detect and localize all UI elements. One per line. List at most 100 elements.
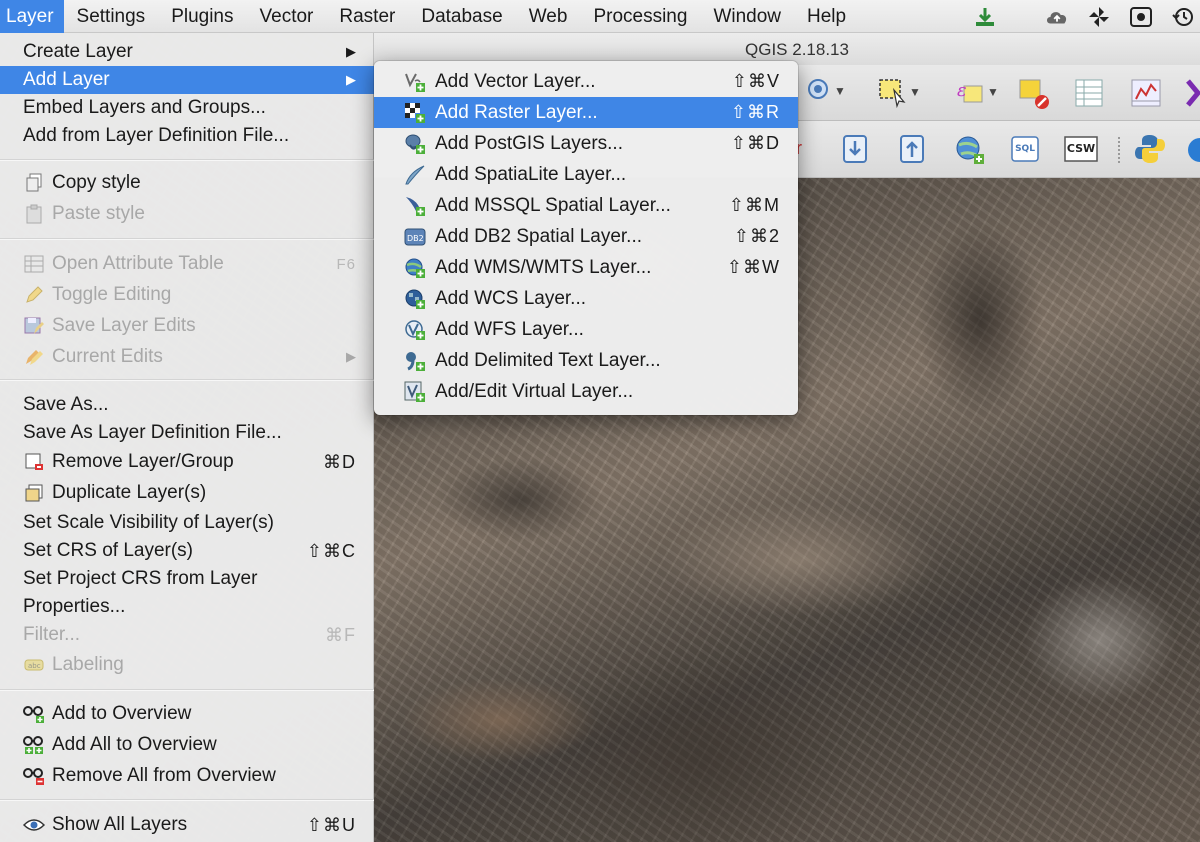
- menu-item-set-project-crs[interactable]: Set Project CRS from Layer: [0, 565, 374, 593]
- menu-item-save-layer-edits[interactable]: Save Layer Edits: [0, 312, 374, 340]
- overflow-toolbar-button-2[interactable]: [1186, 135, 1200, 165]
- menu-item-show-all-layers[interactable]: Show All Layers ⇧⌘U: [0, 811, 374, 839]
- vector-layer-icon: [404, 71, 426, 93]
- sql-button[interactable]: SQL: [1009, 133, 1041, 165]
- attribute-table-icon: [1075, 79, 1103, 107]
- menu-raster[interactable]: Raster: [326, 0, 408, 33]
- statistics-button[interactable]: [1129, 77, 1163, 109]
- menu-plugins[interactable]: Plugins: [158, 0, 246, 33]
- menu-item-current-edits[interactable]: Current Edits ▶: [0, 343, 374, 371]
- menu-database[interactable]: Database: [408, 0, 515, 33]
- download-arrow-icon: [843, 135, 867, 163]
- menu-settings[interactable]: Settings: [64, 0, 159, 33]
- menu-item-embed-layers[interactable]: Embed Layers and Groups...: [0, 94, 374, 122]
- menu-item-add-layer[interactable]: Add Layer ▶: [0, 66, 374, 94]
- paste-icon: [23, 203, 45, 225]
- wcs-globe-icon: [404, 288, 426, 310]
- csw-button[interactable]: CSW: [1063, 133, 1099, 165]
- globe-plus-icon: [956, 136, 984, 164]
- menu-processing[interactable]: Processing: [580, 0, 700, 33]
- csw-label: CSW: [1066, 142, 1096, 155]
- submenu-item-add-delimited-text-layer[interactable]: Add Delimited Text Layer...: [374, 345, 798, 376]
- copy-icon: [23, 172, 45, 194]
- load-from-server-button[interactable]: [840, 133, 870, 165]
- menu-item-create-layer[interactable]: Create Layer ▶: [0, 38, 374, 66]
- menu-item-set-crs[interactable]: Set CRS of Layer(s) ⇧⌘C: [0, 537, 374, 565]
- add-wms-toolbar-button[interactable]: [953, 133, 987, 167]
- submenu-arrow-icon: ▶: [346, 349, 356, 364]
- db2-icon: DB2: [404, 226, 426, 248]
- menu-item-paste-style[interactable]: Paste style: [0, 200, 374, 228]
- download-tray-icon[interactable]: [972, 4, 998, 30]
- overflow-tool-button[interactable]: [1186, 77, 1200, 109]
- menu-item-copy-style[interactable]: Copy style: [0, 169, 374, 197]
- submenu-item-add-db2-layer[interactable]: DB2 Add DB2 Spatial Layer... ⇧⌘2: [374, 221, 798, 252]
- menu-web[interactable]: Web: [516, 0, 581, 33]
- submenu-item-add-raster-layer[interactable]: Add Raster Layer... ⇧⌘R: [374, 97, 798, 128]
- svg-text:ε: ε: [957, 80, 967, 101]
- select-features-button[interactable]: ▼: [876, 76, 921, 108]
- menu-item-add-from-definition[interactable]: Add from Layer Definition File...: [0, 122, 374, 150]
- app-menubar: Layer Settings Plugins Vector Raster Dat…: [0, 0, 1200, 33]
- select-rectangle-icon: [879, 79, 906, 108]
- menu-item-properties[interactable]: Properties...: [0, 593, 374, 621]
- menu-item-filter[interactable]: Filter... ⌘F: [0, 621, 374, 649]
- identify-tool-button[interactable]: ▼: [803, 76, 846, 106]
- menu-item-add-to-overview[interactable]: Add to Overview: [0, 700, 374, 728]
- measure-icon: [1186, 79, 1200, 107]
- upload-arrow-icon: [900, 135, 924, 163]
- time-machine-icon[interactable]: [1170, 4, 1196, 30]
- pencils-icon: [23, 346, 45, 368]
- menu-vector[interactable]: Vector: [247, 0, 327, 33]
- submenu-item-add-mssql-layer[interactable]: Add MSSQL Spatial Layer... ⇧⌘M: [374, 190, 798, 221]
- cloud-upload-icon[interactable]: [1044, 4, 1070, 30]
- menu-item-open-attribute-table[interactable]: Open Attribute Table F6: [0, 250, 374, 278]
- submenu-item-add-wcs-layer[interactable]: Add WCS Layer...: [374, 283, 798, 314]
- menu-item-save-as-definition[interactable]: Save As Layer Definition File...: [0, 419, 374, 447]
- menu-separator: [0, 799, 374, 801]
- layer-menu: Create Layer ▶ Add Layer ▶ Embed Layers …: [0, 33, 374, 842]
- python-icon: [1135, 135, 1165, 163]
- menu-item-remove-layer[interactable]: Remove Layer/Group ⌘D: [0, 448, 374, 476]
- identify-icon: [808, 79, 828, 99]
- submenu-item-add-wfs-layer[interactable]: Add WFS Layer...: [374, 314, 798, 345]
- spatialite-icon: [404, 164, 426, 186]
- add-layer-submenu: Add Vector Layer... ⇧⌘V Add Raster Layer…: [374, 61, 798, 415]
- submenu-item-add-postgis-layers[interactable]: Add PostGIS Layers... ⇧⌘D: [374, 128, 798, 159]
- submenu-item-add-vector-layer[interactable]: Add Vector Layer... ⇧⌘V: [374, 66, 798, 97]
- menu-separator: [0, 379, 374, 381]
- deselect-features-button[interactable]: [1017, 77, 1051, 111]
- deselect-icon: [1019, 79, 1049, 109]
- menu-window[interactable]: Window: [700, 0, 794, 33]
- python-console-button[interactable]: [1132, 131, 1168, 167]
- mssql-icon: [404, 195, 426, 217]
- virtual-layer-icon: [404, 381, 426, 403]
- menu-help[interactable]: Help: [794, 0, 859, 33]
- menu-item-duplicate-layer[interactable]: Duplicate Layer(s): [0, 479, 374, 507]
- remove-layer-icon: [23, 451, 45, 473]
- menu-item-add-all-to-overview[interactable]: Add All to Overview: [0, 731, 374, 759]
- upload-to-server-button[interactable]: [897, 133, 927, 165]
- statistics-icon: [1131, 79, 1161, 107]
- raster-layer-icon: [404, 102, 426, 124]
- attribute-table-button[interactable]: [1073, 77, 1105, 109]
- menu-separator: [0, 238, 374, 240]
- record-icon[interactable]: [1128, 4, 1154, 30]
- menu-item-set-scale-visibility[interactable]: Set Scale Visibility of Layer(s): [0, 509, 374, 537]
- pinwheel-icon[interactable]: [1086, 4, 1112, 30]
- menu-layer[interactable]: Layer: [0, 0, 64, 33]
- select-by-expression-button[interactable]: ε ▼: [954, 76, 999, 108]
- submenu-item-add-virtual-layer[interactable]: Add/Edit Virtual Layer...: [374, 376, 798, 407]
- postgis-icon: [404, 133, 426, 155]
- submenu-item-add-wms-layer[interactable]: Add WMS/WMTS Layer... ⇧⌘W: [374, 252, 798, 283]
- save-edits-icon: [23, 315, 45, 337]
- menu-item-save-as[interactable]: Save As...: [0, 391, 374, 419]
- sql-label: SQL: [1015, 144, 1035, 154]
- submenu-item-add-spatialite-layer[interactable]: Add SpatiaLite Layer...: [374, 159, 798, 190]
- menu-item-toggle-editing[interactable]: Toggle Editing: [0, 281, 374, 309]
- svg-text:DB2: DB2: [407, 234, 424, 243]
- menu-item-labeling[interactable]: abc Labeling: [0, 651, 374, 679]
- menu-item-remove-all-from-overview[interactable]: Remove All from Overview: [0, 762, 374, 790]
- eye-icon: [23, 814, 45, 836]
- overview-add-icon: [23, 703, 45, 725]
